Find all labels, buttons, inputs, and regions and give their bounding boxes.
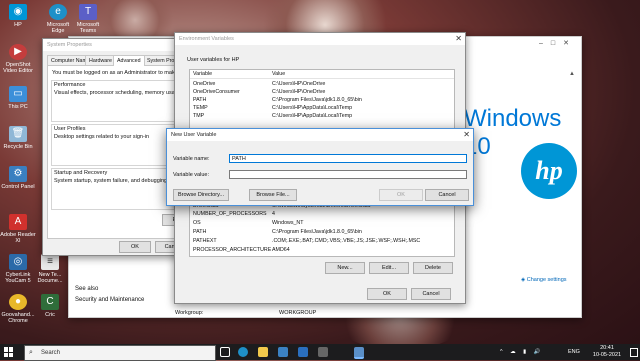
- list-item[interactable]: PATHEXT .COM;.EXE;.BAT;.CMD;.VBS;.VBE;.JS…: [190, 237, 454, 245]
- document-icon: ≡: [41, 254, 59, 270]
- user-variables-list[interactable]: Variable Value OneDrive C:\Users\HP\OneDr…: [189, 69, 455, 133]
- tray-icons[interactable]: ^ ☁ ▮ 🔊: [500, 344, 544, 360]
- list-item[interactable]: PATH C:\Program Files\Java\jdk1.8.0_65\bi…: [190, 228, 454, 236]
- user-profiles-text: Desktop settings related to your sign-in: [54, 134, 150, 140]
- teams-icon: T: [79, 4, 97, 20]
- search-placeholder: Search: [41, 350, 61, 356]
- variable-value-input[interactable]: [229, 170, 467, 179]
- env-vars-title: Environment Variables ✕: [175, 33, 465, 45]
- new-variable-ok-button[interactable]: OK: [379, 189, 423, 201]
- scroll-up-icon[interactable]: ▲: [569, 71, 575, 77]
- adobe-reader-icon: A: [9, 214, 27, 230]
- user-variables-label: User variables for HP: [187, 57, 240, 63]
- desktop-icon-chrome[interactable]: ● Goovahand... Chrome: [0, 294, 36, 324]
- mail-icon[interactable]: [298, 347, 308, 357]
- close-icon[interactable]: ✕: [463, 129, 470, 141]
- variable-value-label: Variable value:: [173, 172, 209, 178]
- browse-directory-button[interactable]: Browse Directory...: [173, 189, 229, 201]
- task-view-icon[interactable]: [220, 347, 230, 357]
- store-icon[interactable]: [278, 347, 288, 357]
- env-vars-ok-button[interactable]: OK: [367, 288, 407, 300]
- desktop-icon-new-text-doc[interactable]: ≡ New Te... Docume...: [32, 254, 68, 284]
- new-system-variable-button[interactable]: New...: [325, 262, 365, 274]
- shield-icon: ◈: [521, 277, 526, 283]
- edge-icon: e: [49, 4, 67, 20]
- performance-title: Performance: [54, 82, 86, 88]
- new-user-variable-dialog: New User Variable ✕ Variable name: PATH V…: [166, 128, 474, 206]
- list-item[interactable]: PROCESSOR_ARCHITECTURE AMD64: [190, 246, 454, 254]
- system-properties-title: System Properties: [43, 39, 193, 51]
- list-item[interactable]: OS Windows_NT: [190, 219, 454, 227]
- user-profiles-title: User Profiles: [54, 126, 86, 132]
- windows-icon: [4, 347, 8, 352]
- list-item[interactable]: TMP C:\Users\HP\AppData\Local\Temp: [190, 112, 454, 120]
- clock-date: 10-05-2021: [592, 352, 622, 358]
- column-value: Value: [272, 71, 286, 77]
- window-controls: –□✕: [539, 40, 577, 47]
- list-header: Variable Value: [190, 70, 454, 79]
- security-maintenance-link[interactable]: Security and Maintenance: [75, 297, 144, 303]
- settings-icon[interactable]: [318, 347, 328, 357]
- new-user-variable-title: New User Variable ✕: [167, 129, 473, 141]
- control-panel-icon: ⚙: [9, 166, 27, 182]
- performance-text: Visual effects, processor scheduling, me…: [54, 90, 191, 96]
- file-explorer-icon[interactable]: [258, 347, 268, 357]
- browse-file-button[interactable]: Browse File...: [249, 189, 297, 201]
- desktop-icon-adobe-reader[interactable]: A Adobe Reader XI: [0, 214, 36, 244]
- desktop-icon-teams[interactable]: T Microsoft Teams: [70, 4, 106, 34]
- startup-text: System startup, system failure, and debu…: [54, 178, 184, 184]
- desktop-icon-recycle-bin[interactable]: 🗑 Recycle Bin: [0, 126, 36, 150]
- system-properties-taskbar-icon[interactable]: [354, 347, 364, 359]
- workgroup-label: Workgroup:: [175, 310, 204, 316]
- variable-name-input[interactable]: PATH: [229, 154, 467, 163]
- desktop-icon-youcam[interactable]: ◎ CyberLink YouCam 5: [0, 254, 36, 284]
- computer-icon: ▭: [9, 86, 27, 102]
- language-indicator[interactable]: ENG: [568, 344, 580, 360]
- desktop-icon-this-pc[interactable]: ▭ This PC: [0, 86, 36, 110]
- close-icon[interactable]: ✕: [455, 33, 462, 45]
- delete-system-variable-button[interactable]: Delete: [413, 262, 453, 274]
- notification-icon[interactable]: [630, 348, 638, 357]
- change-settings-link[interactable]: ◈ Change settings: [521, 277, 567, 283]
- search-box[interactable]: ⌕ Search: [24, 345, 216, 361]
- hp-logo-text: hp: [535, 156, 563, 185]
- list-item[interactable]: OneDriveConsumer C:\Users\HP\OneDrive: [190, 88, 454, 96]
- list-item[interactable]: NUMBER_OF_PROCESSORS 4: [190, 210, 454, 218]
- list-item[interactable]: OneDrive C:\Users\HP\OneDrive: [190, 80, 454, 88]
- list-item[interactable]: TEMP C:\Users\HP\AppData\Local\Temp: [190, 104, 454, 112]
- desktop-icon-control-panel[interactable]: ⚙ Control Panel: [0, 166, 36, 190]
- tab-advanced[interactable]: Advanced: [113, 55, 145, 66]
- clock-time: 20:41: [600, 345, 614, 351]
- new-variable-cancel-button[interactable]: Cancel: [425, 189, 469, 201]
- workgroup-value: WORKGROUP: [279, 310, 317, 316]
- admin-note: You must be logged on as an Administrato…: [52, 70, 190, 76]
- openshot-icon: ▶: [9, 44, 27, 60]
- edit-system-variable-button[interactable]: Edit...: [369, 262, 409, 274]
- search-icon: ⌕: [29, 349, 33, 356]
- see-also-label: See also: [75, 286, 99, 292]
- system-properties-ok-button[interactable]: OK: [119, 241, 151, 253]
- variable-name-label: Variable name:: [173, 156, 210, 162]
- chrome-icon: ●: [9, 294, 27, 310]
- clock[interactable]: 20:41 10-05-2021: [587, 345, 627, 359]
- start-button[interactable]: [4, 347, 14, 357]
- system-variables-list[interactable]: DriverData C:\Windows\System32\Drivers\Dr…: [189, 201, 455, 257]
- hp-logo: hp: [521, 143, 577, 199]
- env-vars-cancel-button[interactable]: Cancel: [411, 288, 451, 300]
- desktop-icon-openshot[interactable]: ▶ OpenShot Video Editor: [0, 44, 36, 74]
- column-variable: Variable: [193, 71, 213, 77]
- youcam-icon: ◎: [9, 254, 27, 270]
- edge-icon[interactable]: [238, 347, 248, 357]
- desktop-icon-hp[interactable]: ◉ HP: [0, 4, 36, 28]
- taskbar: ⌕ Search ^ ☁ ▮ 🔊 ENG 20:41 10-05-2021: [0, 344, 640, 361]
- startup-title: Startup and Recovery: [54, 170, 108, 176]
- hp-icon: ◉: [9, 4, 27, 20]
- app-icon: C: [41, 294, 59, 310]
- list-item[interactable]: PATH C:\Program Files\Java\jdk1.8.0_65\bi…: [190, 96, 454, 104]
- recycle-bin-icon: 🗑: [9, 126, 27, 142]
- desktop-icon-cric[interactable]: C Cric: [32, 294, 68, 318]
